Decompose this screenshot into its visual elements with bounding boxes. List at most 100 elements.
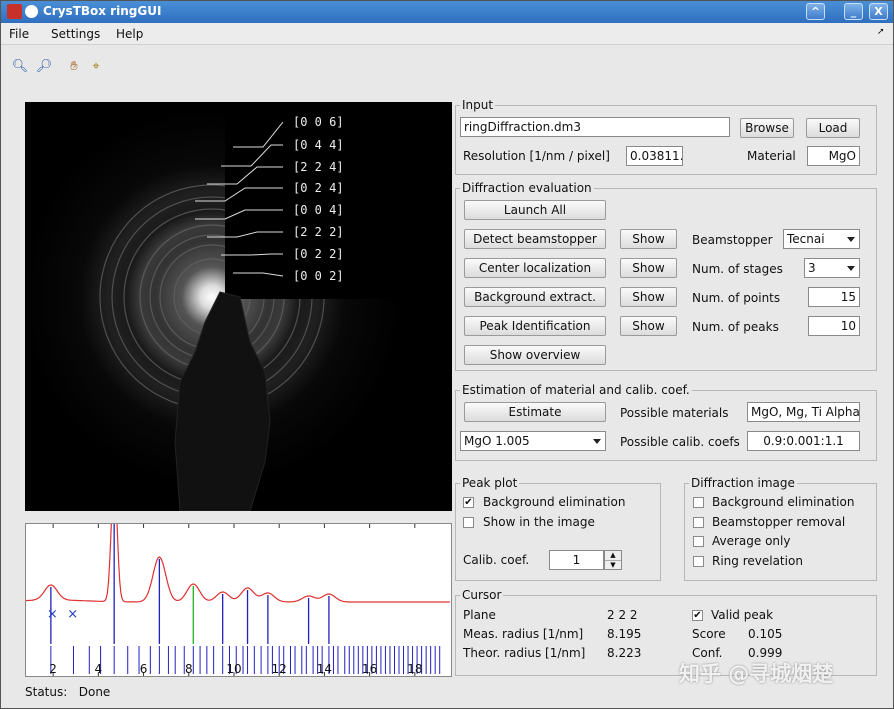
calib-coef-stepper[interactable]: ▲ ▼ — [604, 550, 622, 570]
peak-plot-title: Peak plot — [460, 476, 520, 490]
stages-label: Num. of stages — [692, 262, 783, 276]
window-title: CrysTBox ringGUI — [43, 4, 162, 18]
plane-label: [0 4 4] — [293, 138, 344, 152]
pp-show-checkbox[interactable] — [463, 517, 474, 528]
possible-materials-input[interactable]: MgO, Mg, Ti Alpha — [747, 402, 860, 422]
zoom-in-icon[interactable]: 🔍︎ — [11, 58, 29, 76]
x-tick-label: 16 — [361, 662, 378, 676]
peak-identification-button[interactable]: Peak Identification — [464, 316, 606, 336]
diffraction-image[interactable]: [0 0 6] [0 4 4] [2 2 4] [0 2 4] [0 0 4] [2 2 … — [25, 102, 452, 511]
score-label: Score — [692, 627, 726, 641]
material-calib-value: MgO 1.005 — [464, 434, 530, 448]
material-calib-select[interactable]: MgO 1.005 — [460, 431, 606, 451]
minimize-button[interactable]: _ — [844, 3, 863, 20]
material-label: Material — [747, 149, 796, 163]
di-background-label: Background elimination — [712, 495, 855, 509]
meas-radius-label: Meas. radius [1/nm] — [463, 627, 584, 641]
pp-background-checkbox[interactable]: ✔ — [463, 497, 474, 508]
chevron-down-icon[interactable]: ▼ — [605, 560, 621, 569]
close-button[interactable]: X — [869, 3, 888, 20]
show-overview-button[interactable]: Show overview — [464, 345, 606, 365]
background-extract-button[interactable]: Background extract. — [464, 287, 606, 307]
di-average-checkbox[interactable] — [693, 536, 704, 547]
di-beamstopper-checkbox[interactable] — [693, 517, 704, 528]
launch-all-button[interactable]: Launch All — [464, 200, 606, 220]
x-tick-label: 14 — [316, 662, 333, 676]
peak-plot-canvas: × × — [25, 476, 450, 676]
di-beamstopper-label: Beamstopper removal — [712, 515, 846, 529]
show-center-button[interactable]: Show — [620, 258, 677, 278]
possible-calib-input[interactable]: 0.9:0.001:1.1 — [747, 431, 860, 451]
plane-label: [2 2 2] — [293, 225, 344, 239]
pp-background-label: Background elimination — [483, 495, 626, 509]
browse-button[interactable]: Browse — [740, 118, 794, 138]
di-ring-checkbox[interactable] — [693, 556, 704, 567]
estimate-button[interactable]: Estimate — [464, 402, 606, 422]
theor-radius-label: Theor. radius [1/nm] — [463, 646, 586, 660]
pan-hand-icon[interactable]: ✋︎ — [65, 58, 83, 76]
menu-settings[interactable]: Settings — [51, 27, 100, 41]
plane-label: [0 0 4] — [293, 203, 344, 217]
plane-value: 2 2 2 — [607, 608, 638, 622]
points-label: Num. of points — [692, 291, 781, 305]
file-input[interactable]: ringDiffraction.dm3 — [460, 117, 730, 137]
chevron-down-icon — [593, 439, 601, 444]
peak-plot[interactable]: × × — [25, 476, 452, 677]
status-bar: Status: Done — [25, 685, 110, 699]
maximize-button[interactable]: ^ — [806, 3, 825, 20]
detect-beamstopper-button[interactable]: Detect beamstopper — [464, 229, 606, 249]
menu-file[interactable]: File — [9, 27, 29, 41]
resolution-input[interactable]: 0.03811․ — [626, 146, 683, 166]
material-input[interactable]: MgO — [807, 146, 860, 166]
theor-radius-value: 8.223 — [607, 646, 642, 660]
plane-label: [0 2 2] — [293, 247, 344, 261]
input-title: Input — [460, 98, 496, 112]
app-window: CrysTBox ringGUI ^ _ X File Settings Hel… — [0, 0, 894, 709]
show-peaks-button[interactable]: Show — [620, 316, 677, 336]
load-button[interactable]: Load — [806, 118, 860, 138]
watermark: 知乎 @寻城烟楚 — [679, 662, 834, 686]
chevron-down-icon — [847, 266, 855, 271]
di-background-checkbox[interactable] — [693, 497, 704, 508]
pin-icon[interactable] — [25, 5, 38, 18]
menu-help[interactable]: Help — [116, 27, 143, 41]
status-value: Done — [78, 685, 111, 699]
estimation-title: Estimation of material and calib. coef. — [460, 383, 692, 397]
show-background-button[interactable]: Show — [620, 287, 677, 307]
chevron-up-icon[interactable]: ▲ — [605, 551, 621, 560]
calib-coef-input[interactable]: 1 — [549, 550, 604, 570]
score-value: 0.105 — [748, 627, 783, 641]
resolution-label: Resolution [1/nm / pixel] — [463, 149, 610, 163]
zoom-out-icon[interactable]: 🔎︎ — [35, 58, 53, 76]
app-icon — [7, 4, 22, 19]
x-tick-label: 12 — [271, 662, 287, 676]
menu-bar: File Settings Help ➚ — [1, 23, 893, 45]
stages-select[interactable]: 3 — [804, 258, 860, 278]
center-localization-button[interactable]: Center localization — [464, 258, 606, 278]
data-cursor-icon[interactable]: ⌖ — [87, 58, 105, 76]
plane-label: [2 2 4] — [293, 160, 344, 174]
x-tick-label: 6 — [139, 662, 148, 676]
x-tick-label: 10 — [226, 662, 242, 676]
diffraction-evaluation-title: Diffraction evaluation — [460, 181, 594, 195]
intensity-curve — [25, 476, 450, 603]
title-bar[interactable]: CrysTBox ringGUI ^ _ X — [1, 1, 893, 23]
valid-peak-checkbox[interactable]: ✔ — [692, 610, 703, 621]
pp-show-label: Show in the image — [483, 515, 595, 529]
x-tick-label: 4 — [94, 662, 103, 676]
peaks-label: Num. of peaks — [692, 320, 779, 334]
diffraction-image-title: Diffraction image — [689, 476, 797, 490]
cursor-title: Cursor — [460, 588, 504, 602]
meas-radius-value: 8.195 — [607, 627, 642, 641]
menu-overflow-icon[interactable]: ➚ — [877, 27, 885, 37]
chevron-down-icon — [847, 237, 855, 242]
valid-peak-label: Valid peak — [711, 608, 774, 622]
toolbar: 🔍︎ 🔎︎ ✋︎ ⌖ — [1, 56, 893, 82]
excluded-point-marker: × — [67, 607, 78, 622]
x-tick-label: 8 — [184, 662, 193, 676]
beamstopper-select[interactable]: Tecnai — [783, 229, 860, 249]
peaks-input[interactable]: 10 — [808, 316, 860, 336]
beamstopper-value: Tecnai — [787, 232, 825, 246]
points-input[interactable]: 15 — [808, 287, 860, 307]
show-beamstopper-button[interactable]: Show — [620, 229, 677, 249]
